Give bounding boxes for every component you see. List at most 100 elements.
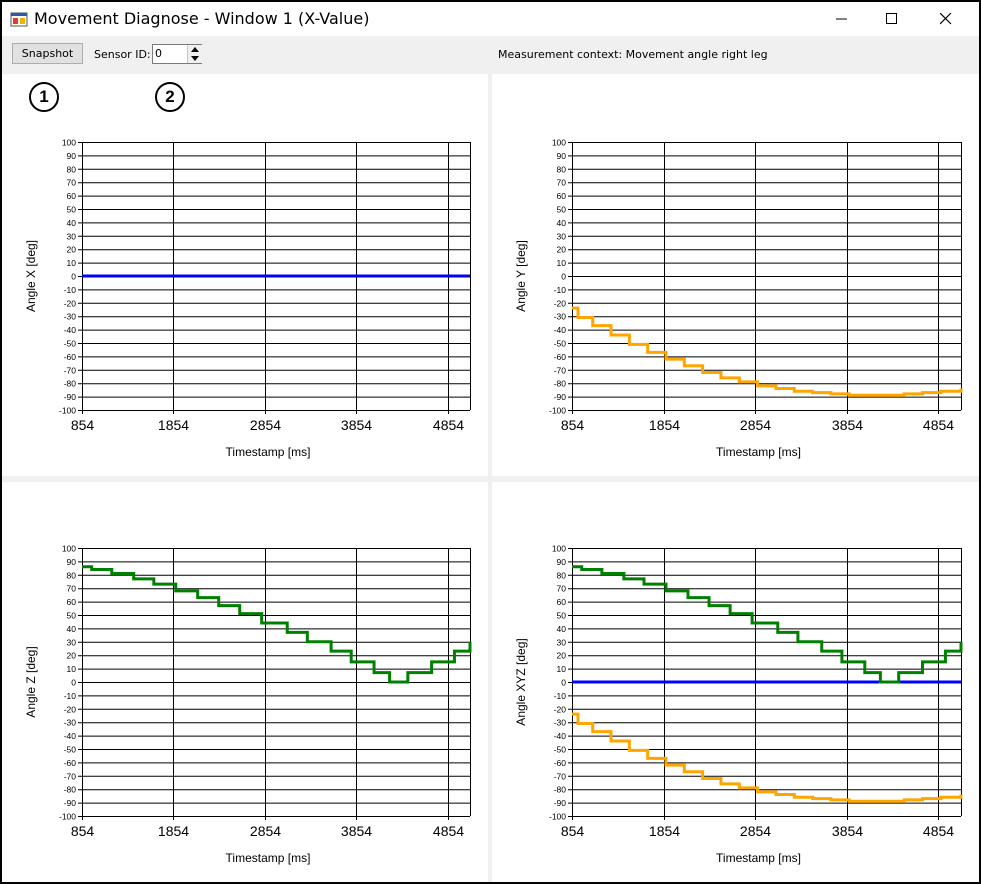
x-tick-label: 854 [71,417,95,433]
x-tick-label: 1854 [158,823,189,839]
x-axis-label: Timestamp [ms] [716,851,801,865]
y-tick-label: 10 [557,258,567,268]
chart-panel-angle-z: 100 90 80 70 60 50 40 30 20 10 0 -10 -20 -30 -40 -50 -60… [2,482,488,882]
snapshot-button[interactable]: Snapshot [12,43,83,64]
minimize-button[interactable] [819,2,865,36]
series-line-0 [82,565,472,684]
y-tick-label: 30 [557,231,567,241]
y-tick-label: -80 [554,785,567,795]
y-tick-label: -80 [554,379,567,389]
y-axis-label: Angle Z [deg] [24,646,38,717]
callout-marker-1: 1 [29,82,59,112]
y-axis-label: Angle Y [deg] [514,240,528,312]
y-tick-label: 90 [67,557,77,567]
y-tick-label: 30 [67,231,77,241]
chart-angle-x: 1009080706050403020100-10-20-30-40-50-60… [24,138,471,459]
chart-panel-angle-x: 100 90 80 70 60 50 40 30 20 10 0 -10 -20 -30 -40 -50 -60… [2,74,488,476]
y-tick-label: 60 [557,597,567,607]
app-window: Movement Diagnose - Window 1 (X-Value) S… [0,0,981,884]
y-tick-label: 20 [557,245,567,255]
x-tick-label: 2854 [740,417,771,433]
x-tick-label: 2854 [250,417,281,433]
y-tick-label: -10 [64,691,77,701]
y-tick-label: -20 [554,704,567,714]
y-tick-label: 40 [557,624,567,634]
y-tick-label: 80 [67,570,77,580]
y-tick-label: -70 [64,365,77,375]
sensor-id-value[interactable]: 0 [155,47,162,60]
y-tick-label: -40 [554,731,567,741]
y-tick-label: 10 [557,664,567,674]
x-axis-label: Timestamp [ms] [716,445,801,459]
y-tick-label: -60 [554,758,567,768]
y-tick-label: 40 [557,218,567,228]
y-tick-label: -60 [64,352,77,362]
y-tick-label: -20 [64,298,77,308]
sensor-id-stepper[interactable]: 0 [152,44,202,64]
chart-panel-angle-xyz: 100 90 80 70 60 50 40 30 20 10 0 -10 -20 -30 -40 -50 -60… [492,482,979,882]
sensor-id-decrement-button[interactable] [187,54,202,63]
chart-angle-xyz: 1009080706050403020100-10-20-30-40-50-60… [514,544,963,865]
x-axis-label: Timestamp [ms] [226,851,311,865]
y-tick-label: 0 [71,272,76,282]
chart-panel-angle-y: 100 90 80 70 60 50 40 30 20 10 0 -10 -20 -30 -40 -50 -60… [492,74,979,476]
chart-angle-z: 1009080706050403020100-10-20-30-40-50-60… [24,544,472,865]
maximize-icon [886,13,897,24]
x-tick-label: 3854 [341,417,372,433]
y-tick-label: 60 [67,597,77,607]
y-tick-label: -30 [554,718,567,728]
x-tick-label: 1854 [649,417,680,433]
y-tick-label: -70 [554,365,567,375]
y-tick-label: 90 [557,557,567,567]
y-tick-label: 100 [552,138,566,148]
x-tick-label: 4854 [433,823,464,839]
y-tick-label: -60 [64,758,77,768]
y-tick-label: -90 [554,392,567,402]
y-tick-label: -50 [554,745,567,755]
y-tick-label: -100 [549,812,566,822]
window-title: Movement Diagnose - Window 1 (X-Value) [34,9,370,28]
y-tick-label: -40 [554,325,567,335]
y-tick-label: -50 [554,339,567,349]
chevron-down-icon [191,56,199,61]
toolbar: Snapshot Sensor ID: 0 Measurement contex… [2,36,979,74]
y-tick-label: -30 [64,312,77,322]
chevron-up-icon [191,47,199,52]
x-tick-label: 2854 [250,823,281,839]
y-tick-label: 40 [67,624,77,634]
y-tick-label: 80 [557,164,567,174]
maximize-button[interactable] [869,2,915,36]
y-tick-label: -90 [554,798,567,808]
y-tick-label: 50 [557,611,567,621]
y-tick-label: -80 [64,785,77,795]
sensor-id-increment-button[interactable] [187,45,202,54]
y-tick-label: 0 [561,678,566,688]
x-tick-label: 3854 [341,823,372,839]
y-tick-label: -30 [554,312,567,322]
x-tick-label: 2854 [740,823,771,839]
y-tick-label: 20 [67,651,77,661]
y-tick-label: 50 [67,611,77,621]
close-button[interactable] [923,2,969,36]
y-tick-label: 100 [552,544,566,554]
y-axis-label: Angle XYZ [deg] [514,638,528,725]
y-tick-label: 70 [67,178,77,188]
title-bar[interactable]: Movement Diagnose - Window 1 (X-Value) [2,2,979,36]
y-tick-label: 20 [67,245,77,255]
y-tick-label: 80 [557,570,567,580]
y-tick-label: -30 [64,718,77,728]
app-window-icon [10,12,28,27]
measurement-context-label: Measurement context: Movement angle righ… [498,48,768,61]
y-tick-label: 70 [67,584,77,594]
y-tick-label: 70 [557,584,567,594]
series-line-2 [572,565,963,684]
close-icon [940,13,952,25]
y-tick-label: -100 [59,406,76,416]
x-tick-label: 1854 [649,823,680,839]
y-tick-label: 70 [557,178,567,188]
y-tick-label: -10 [64,285,77,295]
x-tick-label: 854 [561,417,585,433]
y-tick-label: 50 [557,205,567,215]
minimize-icon [836,18,847,20]
y-tick-label: -100 [549,406,566,416]
